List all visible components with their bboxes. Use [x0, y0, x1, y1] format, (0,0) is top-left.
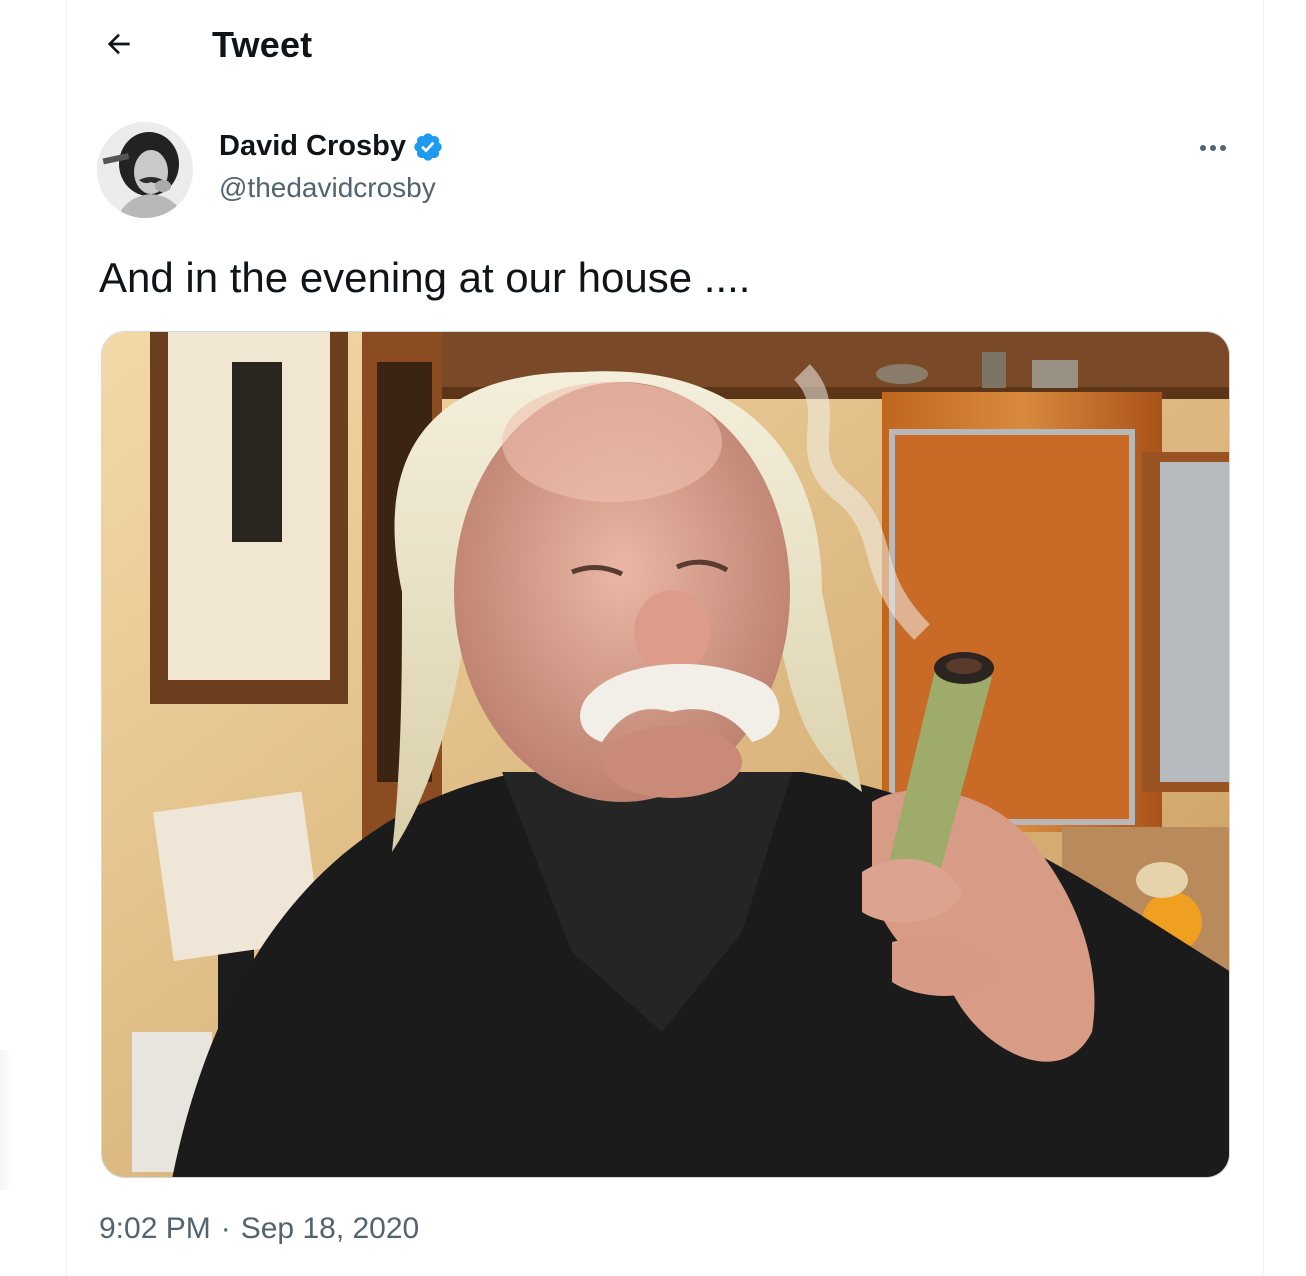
tweet-time[interactable]: 9:02 PM — [99, 1212, 211, 1246]
more-button[interactable] — [1191, 132, 1235, 164]
tweet-photo[interactable] — [101, 331, 1230, 1178]
verified-badge-icon — [414, 132, 442, 161]
tweet-date[interactable]: Sep 18, 2020 — [241, 1212, 420, 1246]
page-edge-shadow — [0, 1050, 12, 1190]
avatar-image — [97, 122, 193, 218]
page-header: Tweet — [67, 0, 1263, 92]
author-handle[interactable]: @thedavidcrosby — [219, 172, 436, 204]
author-name-text: David Crosby — [219, 130, 406, 162]
more-horizontal-icon — [1200, 145, 1226, 151]
tweet-text: And in the evening at our house .... — [99, 254, 751, 301]
timestamp-separator: · — [220, 1212, 231, 1245]
author-name[interactable]: David Crosby — [219, 130, 444, 163]
arrow-left-icon — [107, 33, 130, 55]
page-title: Tweet — [212, 24, 313, 65]
photo-scene — [102, 332, 1229, 1177]
avatar[interactable] — [97, 122, 193, 218]
back-button[interactable] — [97, 22, 141, 66]
tweet-timestamp: 9:02 PM · Sep 18, 2020 — [99, 1212, 419, 1246]
tweet-column: Tweet David Crosby @thedavidcrosby And i… — [66, 0, 1264, 1276]
